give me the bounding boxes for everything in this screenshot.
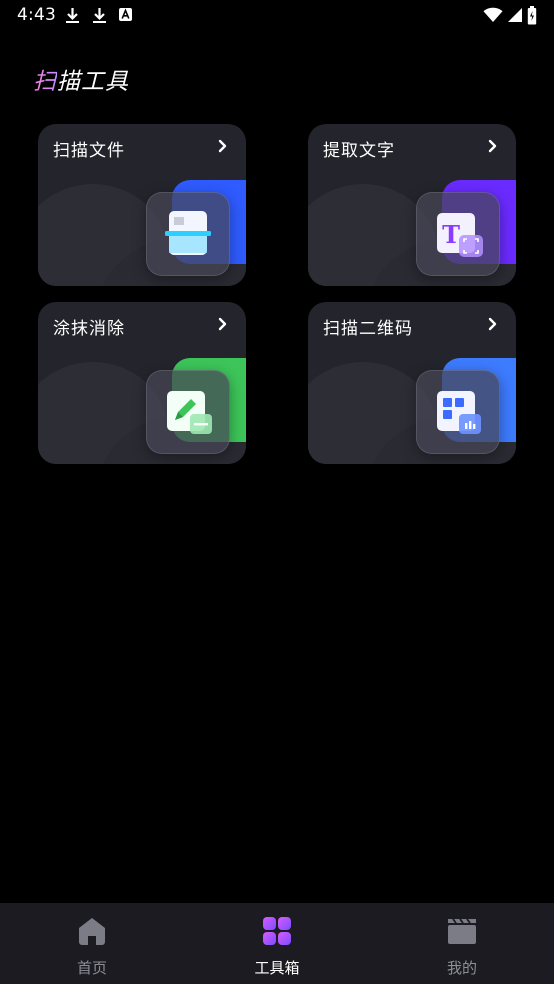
document-scan-icon (146, 192, 230, 276)
page-title: 扫描工具 (33, 62, 129, 96)
nav-label-home: 首页 (76, 959, 107, 977)
battery-icon (527, 5, 537, 25)
page-title-first-char: 扫 (33, 69, 57, 95)
tool-card-extract-text[interactable]: 提取文字 T (308, 124, 516, 286)
chevron-right-icon (218, 139, 227, 153)
svg-text:T: T (442, 220, 460, 249)
tool-card-label: 扫描文件 (53, 141, 125, 161)
page-title-rest: 描工具 (57, 69, 129, 95)
chevron-right-icon (218, 317, 227, 331)
system-icons (483, 5, 537, 25)
toolbox-icon (263, 917, 291, 945)
tool-card-scan-qr[interactable]: 扫描二维码 (308, 302, 516, 464)
nav-label-toolbox: 工具箱 (254, 959, 300, 977)
status-time: 4:43 (17, 5, 56, 25)
chevron-right-icon (488, 139, 497, 153)
font-icon (118, 7, 135, 24)
notification-icons (64, 6, 135, 24)
erase-pencil-icon (146, 370, 230, 454)
tool-card-label: 提取文字 (323, 141, 395, 161)
tool-card-erase[interactable]: 涂抹消除 (38, 302, 246, 464)
tool-card-label: 扫描二维码 (323, 319, 413, 339)
bottom-navigation: 首页 工具箱 我的 (0, 903, 554, 984)
qr-code-icon (416, 370, 500, 454)
wifi-icon (483, 7, 503, 23)
download-icon (64, 7, 81, 24)
status-bar: 4:43 (0, 0, 554, 30)
tool-card-scan-document[interactable]: 扫描文件 (38, 124, 246, 286)
download-icon (91, 7, 108, 24)
nav-item-toolbox[interactable]: 工具箱 (185, 903, 369, 984)
signal-icon (507, 7, 523, 23)
tool-card-label: 涂抹消除 (53, 319, 125, 339)
text-extract-icon: T (416, 192, 500, 276)
chevron-right-icon (488, 317, 497, 331)
nav-label-mine: 我的 (446, 959, 477, 977)
home-icon (79, 918, 105, 945)
nav-item-home[interactable]: 首页 (0, 903, 184, 984)
nav-item-mine[interactable]: 我的 (370, 903, 554, 984)
film-icon (448, 918, 476, 944)
